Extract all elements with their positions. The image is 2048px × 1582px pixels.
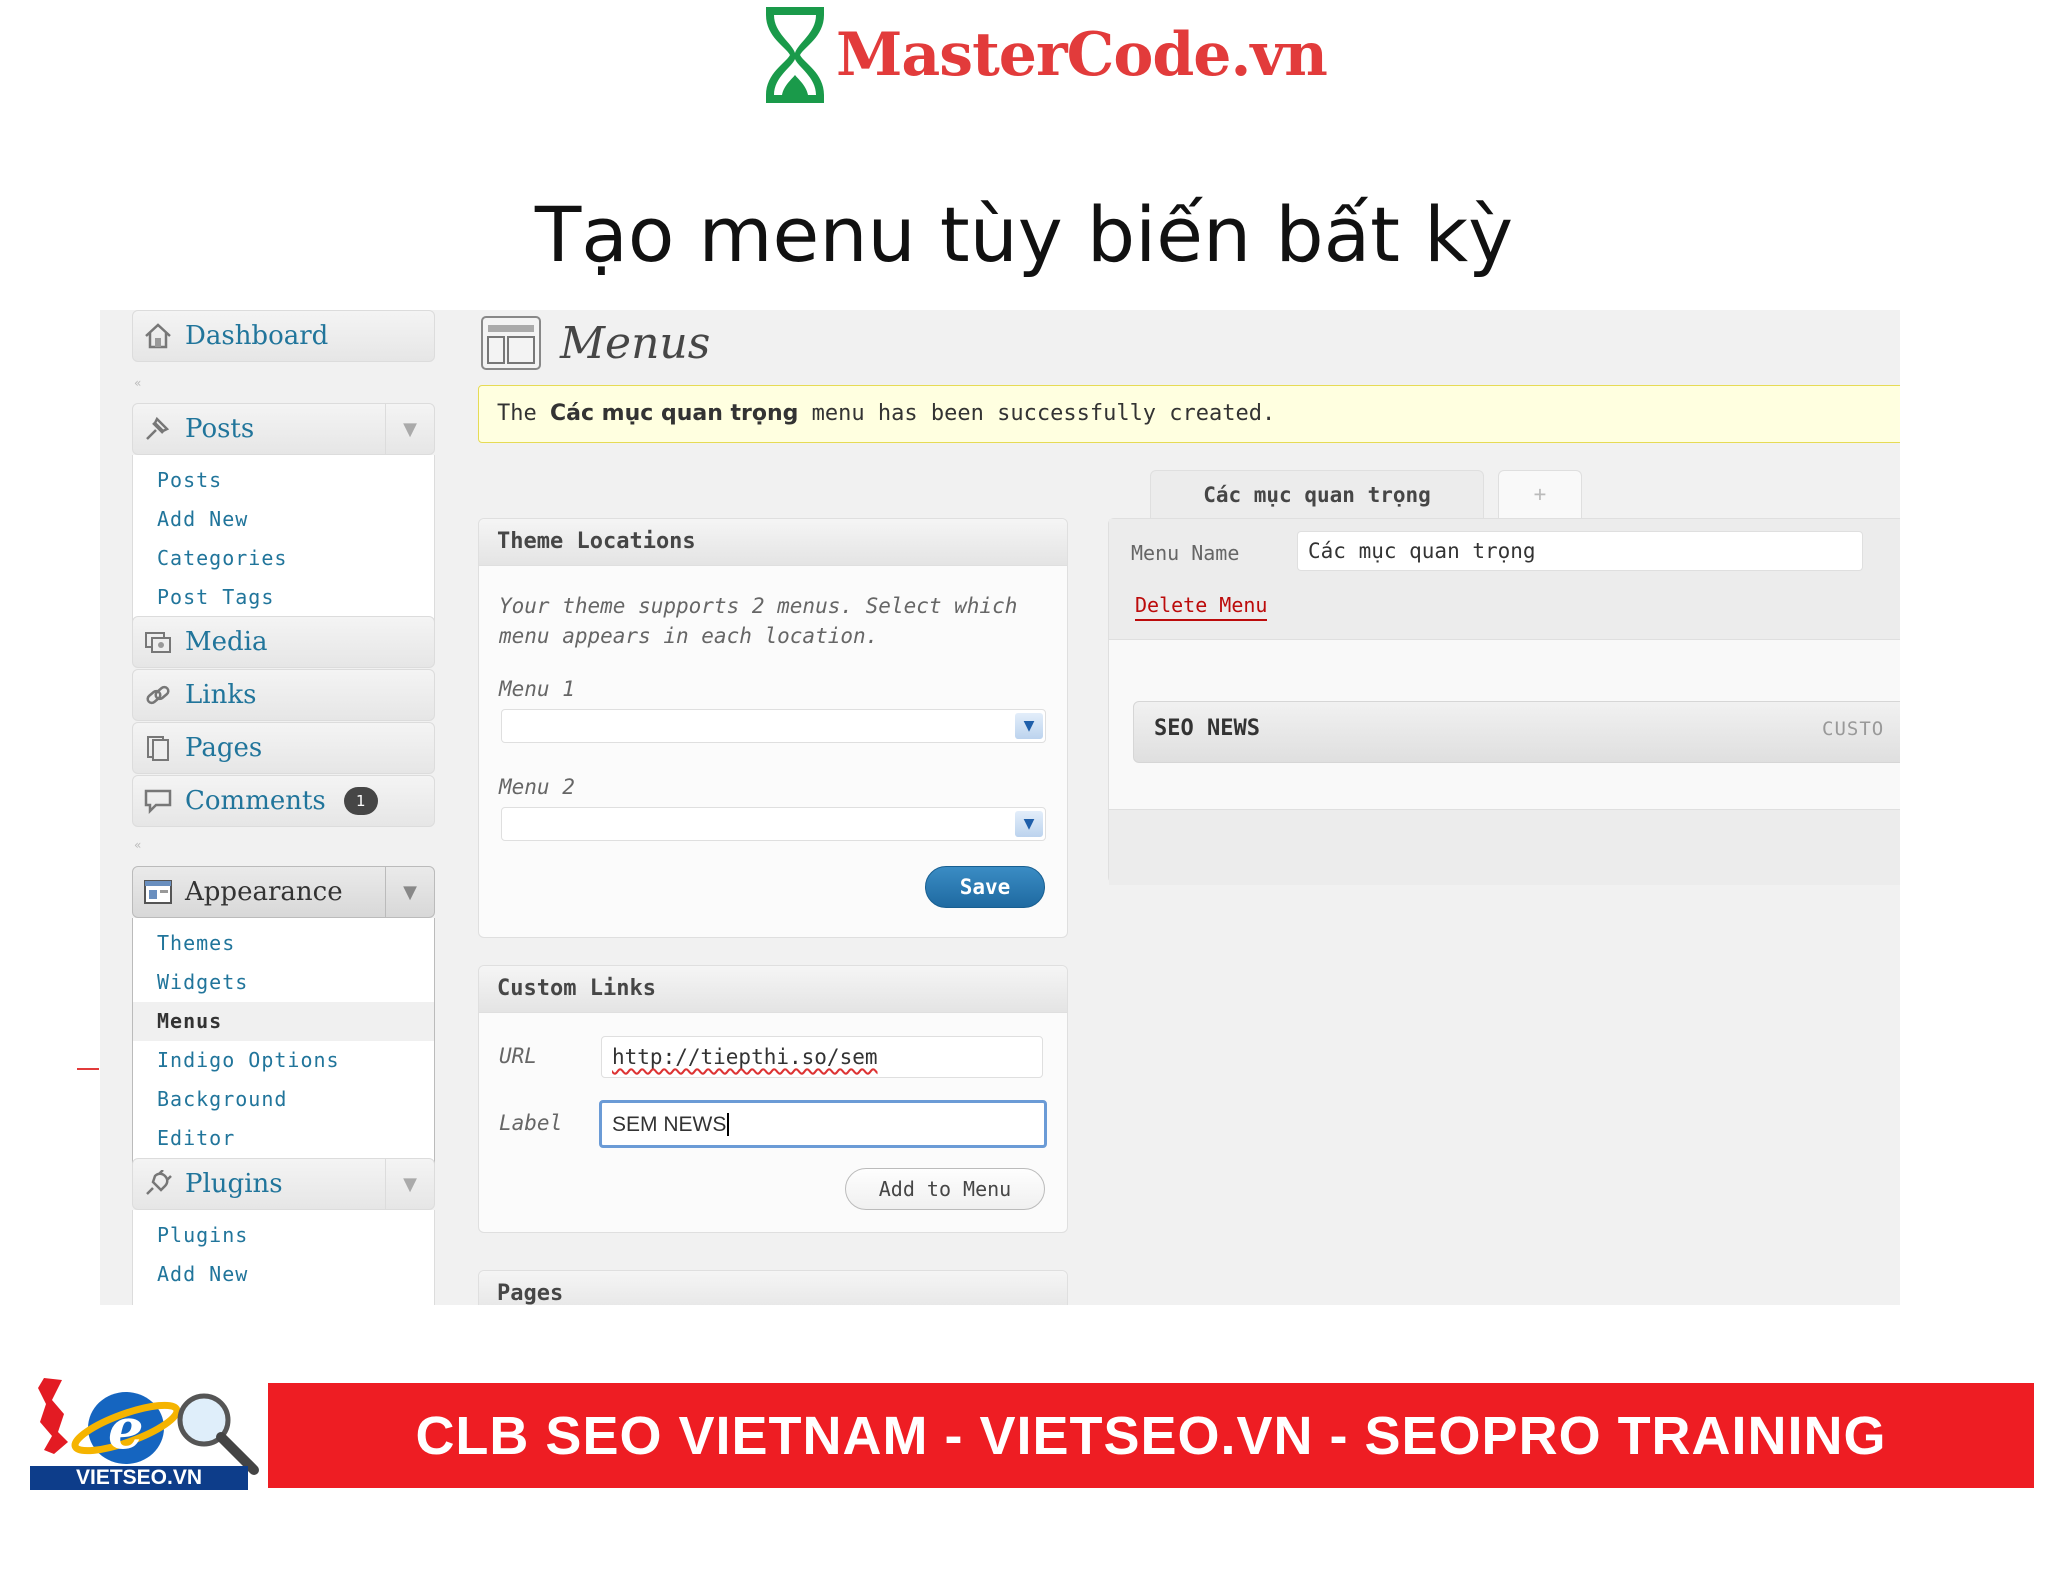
menus-icon: [481, 316, 541, 370]
sidebar-label-comments: Comments: [185, 786, 326, 816]
plug-icon: [143, 1169, 173, 1199]
comments-count-badge: 1: [343, 787, 378, 815]
submenu-item-add-new[interactable]: Add New: [133, 500, 434, 539]
menu-item-title: SEO NEWS: [1154, 716, 1260, 741]
add-to-menu-button[interactable]: Add to Menu: [845, 1168, 1045, 1210]
red-dash-mark: [77, 1068, 99, 1070]
theme-locations-box: Theme Locations Your theme supports 2 me…: [478, 518, 1068, 938]
logo-text: MasterCode.vn: [836, 20, 1328, 90]
menu-name-input[interactable]: Các mục quan trọng: [1297, 531, 1863, 571]
submenu-item-plugins[interactable]: Plugins: [133, 1216, 434, 1255]
sidebar-label-posts: Posts: [185, 414, 255, 444]
appearance-submenu: Themes Widgets Menus Indigo Options Back…: [132, 918, 435, 1165]
footer-banner: CLB SEO VIETNAM - VIETSEO.VN - SEOPRO TR…: [268, 1383, 2034, 1488]
vietseo-logo-text: VIETSEO.VN: [75, 1466, 203, 1489]
menu1-label: Menu 1: [499, 677, 575, 701]
submenu-item-posts[interactable]: Posts: [133, 461, 434, 500]
plugins-submenu: Plugins Add New: [132, 1210, 435, 1305]
sidebar-item-media[interactable]: Media: [132, 616, 435, 668]
menu-name-label: Menu Name: [1131, 541, 1240, 565]
pages-icon: [143, 733, 173, 763]
notice-text: The: [497, 401, 550, 426]
pages-box: Pages: [478, 1270, 1068, 1305]
chevron-down-icon[interactable]: ▼: [385, 404, 434, 454]
submenu-item-indigo-options[interactable]: Indigo Options: [133, 1041, 434, 1080]
theme-locations-heading[interactable]: Theme Locations: [479, 519, 1067, 566]
page-title-text: Menus: [560, 317, 711, 369]
label-input-value: SEM NEWS: [612, 1113, 727, 1136]
submenu-item-post-tags[interactable]: Post Tags: [133, 578, 434, 617]
chevron-down-icon[interactable]: ▼: [385, 867, 434, 917]
page-title: Menus: [480, 315, 710, 371]
sidebar-label-plugins: Plugins: [185, 1169, 283, 1199]
sidebar-label-media: Media: [185, 627, 268, 657]
success-notice: The Các mục quan trọng menu has been suc…: [478, 385, 1900, 443]
pushpin-icon: [143, 414, 173, 444]
sidebar-label-appearance: Appearance: [185, 877, 343, 907]
sidebar-item-dashboard[interactable]: Dashboard: [132, 310, 435, 362]
menu-editor-panel: Menu Name Các mục quan trọng Delete Menu…: [1108, 518, 1900, 885]
submenu-item-menus[interactable]: Menus: [133, 1002, 434, 1041]
submenu-item-add-new[interactable]: Add New: [133, 1255, 434, 1294]
label-label: Label: [499, 1111, 563, 1135]
text-cursor: [727, 1113, 730, 1136]
menu-item-type: CUSTO: [1822, 718, 1885, 740]
appearance-icon: [143, 877, 173, 907]
pages-heading[interactable]: Pages: [479, 1271, 1067, 1305]
notice-text: menu has been successfully created.: [798, 401, 1276, 426]
sidebar-item-posts[interactable]: Posts ▼: [132, 403, 435, 455]
mastercode-logo: MasterCode.vn: [760, 0, 1328, 110]
sidebar-item-links[interactable]: Links: [132, 669, 435, 721]
menu2-select[interactable]: ▼: [501, 807, 1046, 841]
media-icon: [143, 627, 173, 657]
tab-cac-muc-quan-trong[interactable]: Các mục quan trọng: [1150, 470, 1484, 520]
menu2-label: Menu 2: [499, 775, 575, 799]
hourglass-icon: [766, 7, 824, 103]
slide-title: Tạo menu tùy biến bất kỳ: [534, 190, 1514, 279]
menu-editor-footer: [1109, 809, 1900, 885]
submenu-item-background[interactable]: Background: [133, 1080, 434, 1119]
url-input[interactable]: http://tiepthi.so/sem: [601, 1036, 1043, 1078]
home-icon: [143, 321, 173, 351]
sidebar-separator: «: [134, 838, 142, 852]
vietseo-logo: e VIETSEO.VN: [14, 1370, 266, 1492]
sidebar-label-dashboard: Dashboard: [185, 321, 329, 351]
custom-links-box: Custom Links URL http://tiepthi.so/sem L…: [478, 965, 1068, 1233]
label-input[interactable]: SEM NEWS: [599, 1100, 1047, 1148]
url-input-value: http://tiepthi.so/sem: [612, 1045, 878, 1069]
sidebar-item-pages[interactable]: Pages: [132, 722, 435, 774]
comment-icon: [143, 786, 173, 816]
sidebar-item-plugins[interactable]: Plugins ▼: [132, 1158, 435, 1210]
delete-menu-link[interactable]: Delete Menu: [1135, 593, 1268, 621]
posts-submenu: Posts Add New Categories Post Tags: [132, 455, 435, 623]
submenu-item-editor[interactable]: Editor: [133, 1119, 434, 1158]
svg-text:e: e: [108, 1396, 144, 1462]
url-label: URL: [499, 1044, 537, 1068]
footer-banner-text: CLB SEO VIETNAM - VIETSEO.VN - SEOPRO TR…: [415, 1405, 1887, 1466]
sidebar-label-pages: Pages: [185, 733, 263, 763]
sidebar-item-comments[interactable]: Comments 1: [132, 775, 435, 827]
wordpress-admin-screenshot: Dashboard « Posts ▼ Posts Add New Catego…: [100, 310, 1900, 1305]
add-menu-tab[interactable]: +: [1498, 470, 1582, 518]
submenu-item-categories[interactable]: Categories: [133, 539, 434, 578]
save-button[interactable]: Save: [925, 866, 1045, 908]
chevron-down-icon: ▼: [1015, 713, 1043, 739]
menu1-select[interactable]: ▼: [501, 709, 1046, 743]
chevron-down-icon[interactable]: ▼: [385, 1159, 434, 1209]
submenu-item-widgets[interactable]: Widgets: [133, 963, 434, 1002]
sidebar-label-links: Links: [185, 680, 257, 710]
submenu-item-themes[interactable]: Themes: [133, 924, 434, 963]
menu-item-seo-news[interactable]: SEO NEWS CUSTO: [1133, 701, 1900, 763]
sidebar-item-appearance[interactable]: Appearance ▼: [132, 866, 435, 918]
chevron-down-icon: ▼: [1015, 811, 1043, 837]
sidebar-separator: «: [134, 376, 142, 390]
custom-links-heading[interactable]: Custom Links: [479, 966, 1067, 1013]
theme-locations-description: Your theme supports 2 menus. Select whic…: [499, 594, 1018, 648]
link-icon: [143, 680, 173, 710]
notice-menu-name: Các mục quan trọng: [549, 401, 799, 426]
